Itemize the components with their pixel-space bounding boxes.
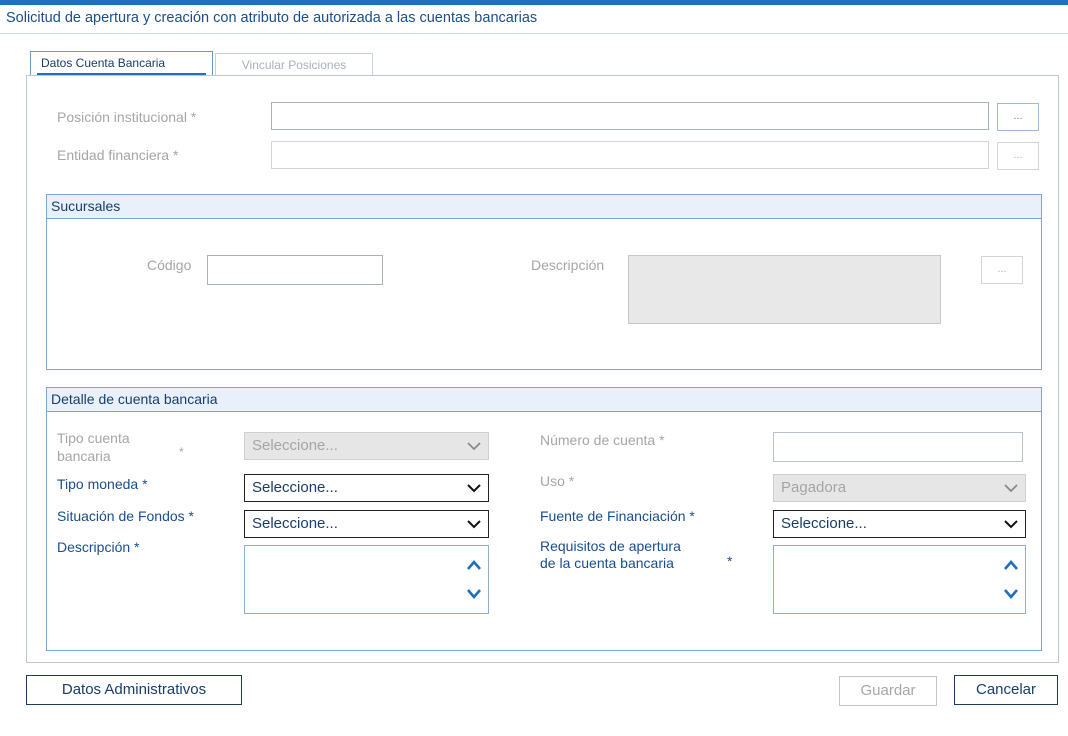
situacion-fondos-value: Seleccione... — [252, 515, 338, 532]
requisitos-required: * — [727, 553, 733, 569]
page-title: Solicitud de apertura y creación con atr… — [6, 10, 538, 26]
tab-content-panel: Posición institucional * ... Entidad fin… — [26, 75, 1059, 663]
cancelar-button[interactable]: Cancelar — [954, 675, 1058, 705]
top-accent-bar — [0, 0, 1068, 5]
descripcion-textarea[interactable] — [244, 545, 489, 614]
chevron-down-icon — [1004, 520, 1018, 529]
numero-cuenta-field[interactable] — [773, 432, 1023, 462]
requisitos-textarea[interactable] — [773, 545, 1026, 614]
datos-administrativos-button[interactable]: Datos Administrativos — [26, 675, 242, 705]
sucursales-section: Sucursales Código Descripción ... — [46, 194, 1042, 370]
fuente-financiacion-value: Seleccione... — [781, 515, 867, 532]
situacion-fondos-label: Situación de Fondos * — [57, 508, 194, 524]
requisitos-label-line2: de la cuenta bancaria — [540, 555, 674, 571]
descripcion-sucursal-textarea[interactable] — [628, 255, 941, 324]
entidad-financiera-field[interactable] — [271, 141, 989, 169]
tipo-cuenta-select[interactable]: Seleccione... — [244, 432, 489, 460]
sucursal-lookup-button[interactable]: ... — [981, 256, 1023, 284]
posicion-institucional-field[interactable] — [271, 102, 989, 130]
tipo-moneda-value: Seleccione... — [252, 479, 338, 496]
entidad-financiera-label: Entidad financiera * — [57, 147, 179, 163]
uso-select[interactable]: Pagadora — [773, 474, 1026, 502]
entidad-financiera-lookup-button[interactable]: ... — [997, 142, 1039, 170]
chevron-down-icon — [467, 484, 481, 493]
tab-label: Vincular Posiciones — [241, 58, 347, 72]
scroll-down-icon[interactable] — [1003, 587, 1019, 601]
uso-label: Uso * — [540, 473, 575, 489]
numero-cuenta-label: Número de cuenta * — [540, 432, 665, 448]
tab-vincular-posiciones[interactable]: Vincular Posiciones — [215, 53, 373, 77]
codigo-field[interactable] — [207, 255, 383, 285]
posicion-institucional-label: Posición institucional * — [57, 109, 197, 125]
situacion-fondos-select[interactable]: Seleccione... — [244, 510, 489, 538]
guardar-button[interactable]: Guardar — [839, 676, 937, 706]
posicion-institucional-lookup-button[interactable]: ... — [997, 103, 1039, 131]
chevron-down-icon — [467, 520, 481, 529]
scroll-up-icon[interactable] — [466, 558, 482, 572]
tipo-cuenta-label-line2: bancaria — [57, 448, 111, 464]
chevron-down-icon — [1004, 484, 1018, 493]
requisitos-label-line1: Requisitos de apertura — [540, 538, 681, 554]
descripcion-label: Descripción * — [57, 539, 140, 555]
detalle-cuenta-section: Detalle de cuenta bancaria Tipo cuenta b… — [46, 387, 1042, 651]
title-divider — [0, 33, 1068, 34]
scroll-up-icon[interactable] — [1003, 558, 1019, 572]
tipo-cuenta-value: Seleccione... — [252, 437, 338, 454]
tab-label: Datos Cuenta Bancaria — [41, 56, 166, 70]
uso-value: Pagadora — [781, 479, 847, 496]
scroll-down-icon[interactable] — [466, 587, 482, 601]
fuente-financiacion-select[interactable]: Seleccione... — [773, 510, 1026, 538]
sucursales-header: Sucursales — [47, 195, 1041, 219]
tipo-moneda-select[interactable]: Seleccione... — [244, 474, 489, 502]
descripcion-sucursal-label: Descripción — [531, 257, 605, 273]
tipo-moneda-label: Tipo moneda * — [57, 476, 148, 492]
tab-datos-cuenta-bancaria[interactable]: Datos Cuenta Bancaria — [30, 51, 213, 75]
tipo-cuenta-required: * — [179, 445, 184, 459]
detalle-cuenta-header: Detalle de cuenta bancaria — [47, 388, 1041, 412]
codigo-label: Código — [147, 257, 192, 273]
tipo-cuenta-label-line1: Tipo cuenta — [57, 430, 130, 446]
fuente-financiacion-label: Fuente de Financiación * — [540, 508, 695, 524]
chevron-down-icon — [467, 442, 481, 451]
